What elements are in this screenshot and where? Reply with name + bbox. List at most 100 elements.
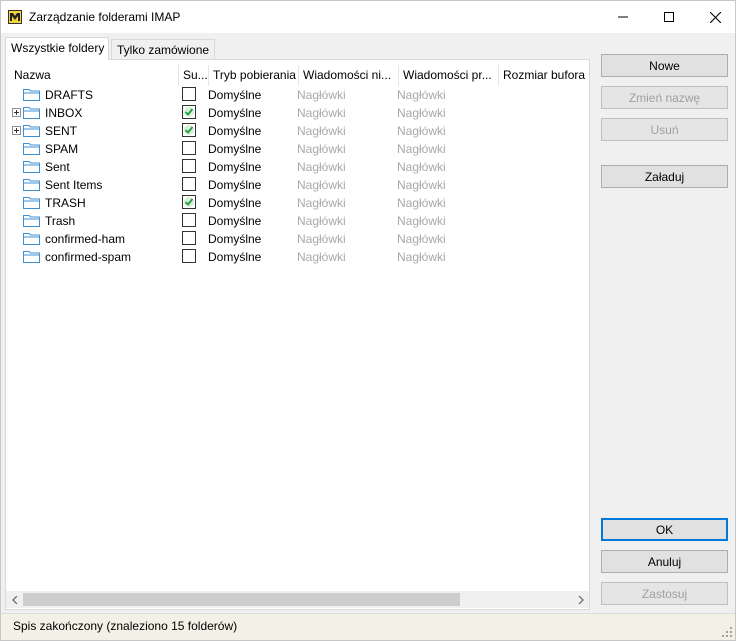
read-messages-cell: Nagłówki	[397, 160, 446, 174]
subscribed-checkbox[interactable]	[182, 123, 196, 137]
unread-messages-cell: Nagłówki	[297, 232, 346, 246]
column-header-name[interactable]: Nazwa	[10, 65, 179, 86]
subscribed-checkbox[interactable]	[182, 249, 196, 263]
read-messages-cell: Nagłówki	[397, 178, 446, 192]
horizontal-scrollbar[interactable]	[6, 591, 589, 608]
imap-folder-dialog: Zarządzanie folderami IMAP Wszystkie fol…	[0, 0, 736, 641]
read-messages-cell: Nagłówki	[397, 232, 446, 246]
unread-messages-cell: Nagłówki	[297, 214, 346, 228]
read-messages-cell: Nagłówki	[397, 142, 446, 156]
table-row[interactable]: DRAFTS Domyślne Nagłówki Nagłówki	[6, 86, 589, 104]
read-messages-cell: Nagłówki	[397, 88, 446, 102]
read-messages-cell: Nagłówki	[397, 196, 446, 210]
table-row[interactable]: TRASH Domyślne Nagłówki Nagłówki	[6, 194, 589, 212]
maximize-icon	[664, 12, 674, 22]
minimize-icon	[618, 16, 628, 18]
download-mode-cell[interactable]: Domyślne	[208, 122, 298, 140]
cancel-button[interactable]: Anuluj	[601, 550, 728, 573]
folder-icon	[23, 142, 40, 158]
unread-messages-cell: Nagłówki	[297, 124, 346, 138]
unread-messages-cell: Nagłówki	[297, 88, 346, 102]
unread-messages-cell: Nagłówki	[297, 250, 346, 264]
read-messages-cell: Nagłówki	[397, 124, 446, 138]
folder-icon	[23, 160, 40, 176]
close-icon	[709, 11, 721, 23]
expand-icon[interactable]	[12, 108, 21, 117]
table-row[interactable]: Trash Domyślne Nagłówki Nagłówki	[6, 212, 589, 230]
column-header-buffer-size[interactable]: Rozmiar bufora	[499, 65, 589, 86]
folder-icon	[23, 250, 40, 266]
download-mode-cell[interactable]: Domyślne	[208, 104, 298, 122]
folder-icon	[23, 232, 40, 248]
rename-button[interactable]: Zmień nazwę	[601, 86, 728, 109]
column-header-subscribed[interactable]: Su...	[179, 65, 209, 86]
column-header-read-messages[interactable]: Wiadomości pr...	[399, 65, 499, 86]
subscribed-checkbox[interactable]	[182, 159, 196, 173]
read-messages-cell: Nagłówki	[397, 106, 446, 120]
folder-icon	[23, 124, 40, 140]
status-text: Spis zakończony (znaleziono 15 folderów)	[13, 619, 238, 633]
scroll-right-icon[interactable]	[572, 593, 589, 606]
download-mode-cell[interactable]: Domyślne	[208, 248, 298, 266]
column-header-download-mode[interactable]: Tryb pobierania	[209, 65, 299, 86]
table-row[interactable]: confirmed-spam Domyślne Nagłówki Nagłówki	[6, 248, 589, 266]
table-row[interactable]: SENT Domyślne Nagłówki Nagłówki	[6, 122, 589, 140]
close-button[interactable]	[692, 1, 736, 33]
folder-icon	[23, 214, 40, 230]
subscribed-checkbox[interactable]	[182, 177, 196, 191]
folder-name: SPAM	[45, 142, 79, 156]
unread-messages-cell: Nagłówki	[297, 196, 346, 210]
tab-all-folders[interactable]: Wszystkie foldery	[5, 37, 109, 60]
subscribed-checkbox[interactable]	[182, 105, 196, 119]
load-button[interactable]: Załaduj	[601, 165, 728, 188]
ok-button[interactable]: OK	[601, 518, 728, 541]
new-folder-button[interactable]: Nowe	[601, 54, 728, 77]
subscribed-checkbox[interactable]	[182, 213, 196, 227]
unread-messages-cell: Nagłówki	[297, 142, 346, 156]
folder-name: confirmed-ham	[45, 232, 126, 246]
download-mode-cell[interactable]: Domyślne	[208, 176, 298, 194]
folder-name: Sent	[45, 160, 70, 174]
download-mode-cell[interactable]: Domyślne	[208, 140, 298, 158]
app-logo-icon	[8, 10, 22, 24]
apply-button[interactable]: Zastosuj	[601, 582, 728, 605]
folder-name: Trash	[45, 214, 76, 228]
table-row[interactable]: INBOX Domyślne Nagłówki Nagłówki	[6, 104, 589, 122]
folder-name: INBOX	[45, 106, 83, 120]
table-row[interactable]: SPAM Domyślne Nagłówki Nagłówki	[6, 140, 589, 158]
maximize-button[interactable]	[646, 1, 692, 33]
folder-list-panel: Nazwa Su... Tryb pobierania Wiadomości n…	[5, 59, 590, 610]
download-mode-cell[interactable]: Domyślne	[208, 212, 298, 230]
folder-name: TRASH	[45, 196, 86, 210]
table-row[interactable]: Sent Domyślne Nagłówki Nagłówki	[6, 158, 589, 176]
subscribed-checkbox[interactable]	[182, 195, 196, 209]
column-header-unread-messages[interactable]: Wiadomości ni...	[299, 65, 399, 86]
scrollbar-thumb[interactable]	[23, 593, 460, 606]
folder-name: Sent Items	[45, 178, 103, 192]
folder-icon	[23, 196, 40, 212]
download-mode-cell[interactable]: Domyślne	[208, 158, 298, 176]
delete-button[interactable]: Usuń	[601, 118, 728, 141]
table-header: Nazwa Su... Tryb pobierania Wiadomości n…	[6, 65, 589, 86]
subscribed-checkbox[interactable]	[182, 231, 196, 245]
scroll-left-icon[interactable]	[6, 593, 23, 606]
unread-messages-cell: Nagłówki	[297, 178, 346, 192]
download-mode-cell[interactable]: Domyślne	[208, 230, 298, 248]
download-mode-cell[interactable]: Domyślne	[208, 194, 298, 212]
resize-grip-icon[interactable]	[722, 627, 732, 637]
folder-icon	[23, 88, 40, 104]
unread-messages-cell: Nagłówki	[297, 106, 346, 120]
subscribed-checkbox[interactable]	[182, 87, 196, 101]
title-bar: Zarządzanie folderami IMAP	[1, 1, 735, 33]
subscribed-checkbox[interactable]	[182, 141, 196, 155]
window-title: Zarządzanie folderami IMAP	[29, 10, 181, 24]
table-row[interactable]: confirmed-ham Domyślne Nagłówki Nagłówki	[6, 230, 589, 248]
minimize-button[interactable]	[600, 1, 646, 33]
unread-messages-cell: Nagłówki	[297, 160, 346, 174]
table-row[interactable]: Sent Items Domyślne Nagłówki Nagłówki	[6, 176, 589, 194]
expand-icon[interactable]	[12, 126, 21, 135]
download-mode-cell[interactable]: Domyślne	[208, 86, 298, 104]
read-messages-cell: Nagłówki	[397, 214, 446, 228]
tab-subscribed-only[interactable]: Tylko zamówione	[111, 39, 215, 60]
read-messages-cell: Nagłówki	[397, 250, 446, 264]
